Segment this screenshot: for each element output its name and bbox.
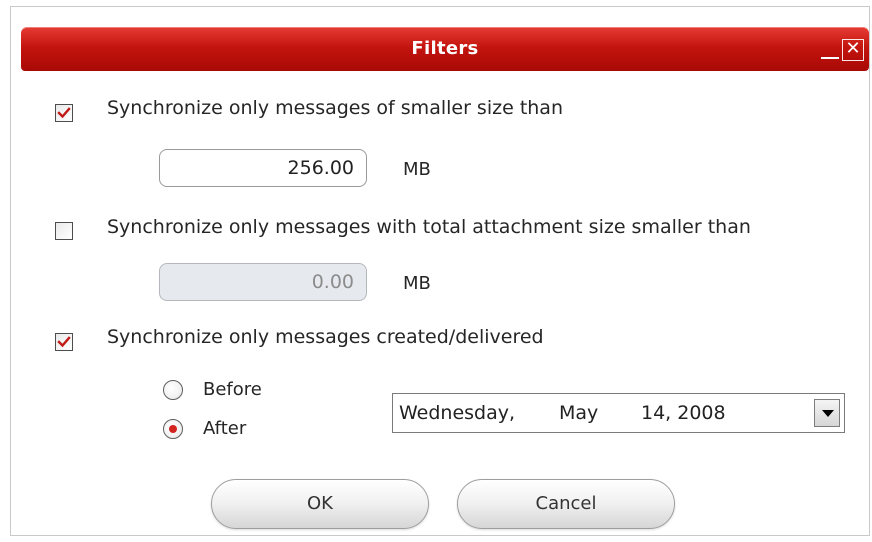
ok-button[interactable]: OK (211, 479, 429, 529)
date-day-year[interactable]: 14, 2008 (641, 402, 726, 424)
attachment-filter-label: Synchronize only messages with total att… (107, 216, 751, 238)
size-filter-label: Synchronize only messages of smaller siz… (107, 97, 563, 119)
attachment-filter-checkbox[interactable] (55, 222, 73, 240)
close-icon: ✕ (845, 38, 861, 59)
date-dropdown-button[interactable] (814, 399, 840, 427)
title-bar[interactable]: Filters ✕ (21, 27, 869, 71)
attachment-limit-unit: MB (403, 273, 431, 294)
checkmark-icon (57, 336, 71, 348)
date-filter-checkbox[interactable] (55, 333, 73, 351)
minimize-button[interactable] (819, 39, 841, 61)
cancel-button[interactable]: Cancel (457, 479, 675, 529)
attachment-limit-input[interactable]: 0.00 (159, 263, 367, 301)
date-picker[interactable]: Wednesday, May 14, 2008 (392, 393, 845, 433)
size-limit-input[interactable]: 256.00 (159, 149, 367, 187)
dialog-title: Filters (411, 38, 479, 59)
size-limit-unit: MB (403, 159, 431, 180)
chevron-down-icon (822, 410, 834, 417)
date-weekday[interactable]: Wednesday, (399, 402, 515, 424)
radio-before-label: Before (203, 379, 262, 400)
radio-selected-dot (169, 425, 177, 433)
radio-after[interactable] (163, 419, 183, 439)
radio-before[interactable] (163, 380, 183, 400)
radio-after-label: After (203, 418, 247, 439)
close-button[interactable]: ✕ (842, 39, 864, 61)
size-filter-checkbox[interactable] (55, 104, 73, 122)
filters-dialog: Filters ✕ Synchronize only messages of s… (10, 6, 870, 536)
page: Filters ✕ Synchronize only messages of s… (0, 0, 872, 542)
date-month[interactable]: May (559, 402, 598, 424)
date-filter-label: Synchronize only messages created/delive… (107, 326, 544, 348)
minimize-icon (821, 57, 839, 59)
checkmark-icon (57, 107, 71, 119)
